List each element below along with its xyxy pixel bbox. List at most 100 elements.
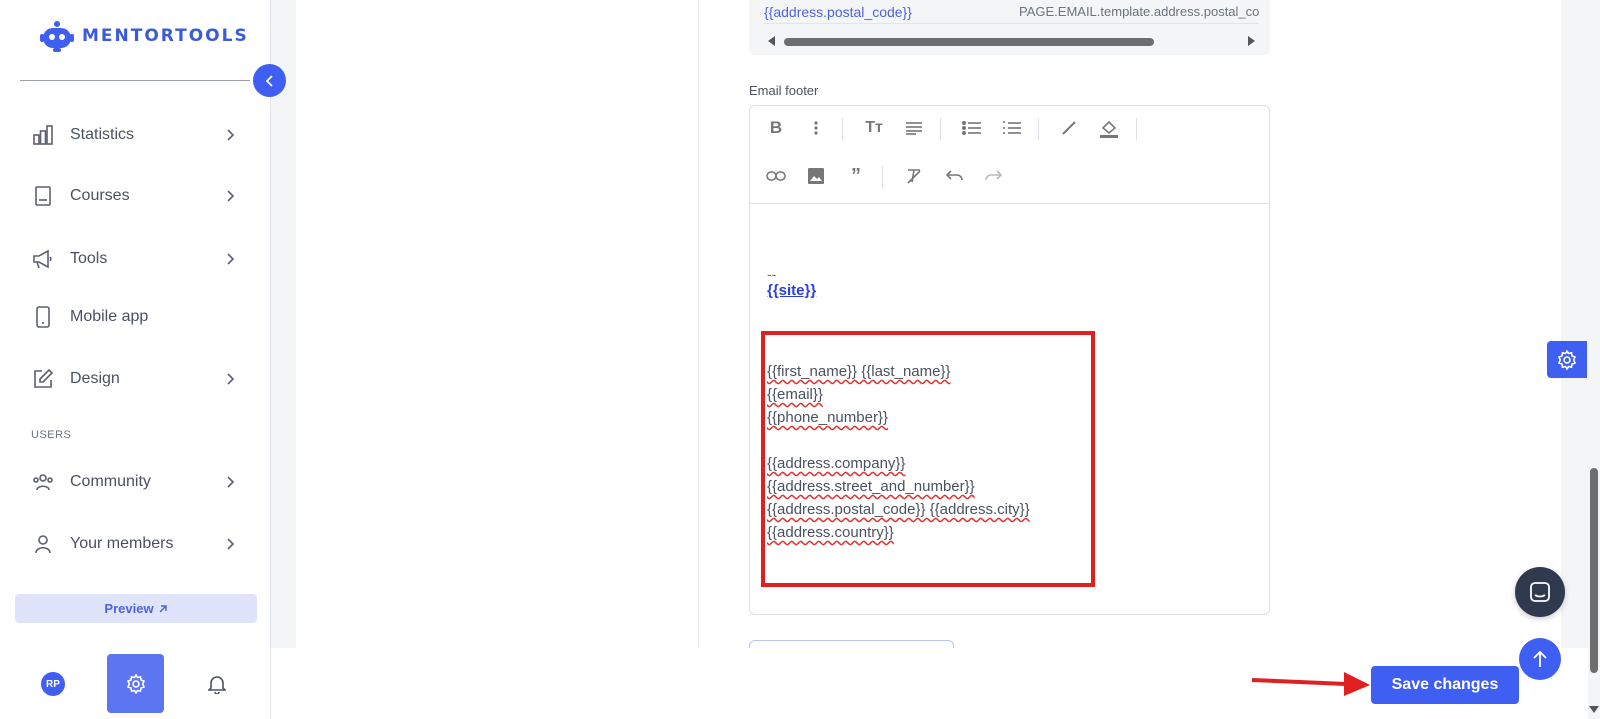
bold-button[interactable]: B — [762, 114, 790, 142]
sidebar-item-mobile-app[interactable]: Mobile app — [20, 297, 245, 337]
annotation-arrow-icon — [1251, 672, 1370, 696]
undo-icon — [945, 170, 963, 181]
footer-text-block[interactable]: {{first_name}} {{last_name}} {{email}} {… — [767, 360, 1030, 544]
footer-line-blank — [767, 429, 1030, 452]
sidebar-item-tools[interactable]: Tools — [20, 239, 245, 279]
align-button[interactable] — [900, 114, 928, 142]
edit-icon — [30, 366, 56, 392]
scroll-down-icon[interactable] — [1589, 706, 1599, 713]
settings-button[interactable] — [107, 654, 164, 713]
sidebar-item-label: Tools — [70, 250, 108, 267]
floating-settings-button[interactable] — [1547, 341, 1587, 378]
scroll-left-icon[interactable] — [768, 36, 775, 46]
variables-table: {{address.postal_code}} PAGE.EMAIL.templ… — [749, 0, 1270, 55]
link-button[interactable] — [762, 162, 790, 190]
chat-button[interactable] — [1515, 567, 1565, 617]
notifications-button[interactable] — [205, 672, 229, 696]
user-icon — [30, 531, 56, 557]
link-icon — [766, 171, 786, 181]
sidebar-item-courses[interactable]: Courses — [20, 176, 245, 216]
sidebar-item-label: Mobile app — [70, 308, 149, 325]
phone-icon — [30, 304, 56, 330]
toolbar-separator — [1136, 118, 1137, 140]
text-color-button[interactable] — [1055, 114, 1083, 142]
brush-icon — [1062, 121, 1076, 135]
quote-button[interactable]: ” — [842, 162, 870, 190]
numbered-list-button[interactable] — [998, 114, 1026, 142]
sidebar-item-label: Community — [70, 473, 151, 490]
chevron-right-icon — [227, 373, 235, 385]
image-button[interactable] — [802, 162, 830, 190]
chevron-right-icon — [227, 129, 235, 141]
people-icon — [30, 469, 56, 495]
sidebar-item-label: Design — [70, 370, 120, 387]
more-vertical-icon — [814, 121, 818, 135]
toolbar-separator — [882, 166, 883, 188]
chat-icon — [1530, 582, 1550, 602]
avatar[interactable]: RP — [41, 672, 65, 696]
editor-toolbar: B Tт ” — [750, 106, 1269, 204]
book-icon — [30, 183, 56, 209]
column-divider — [698, 0, 699, 648]
fill-icon — [1100, 120, 1118, 138]
table-row: {{address.postal_code}} PAGE.EMAIL.templ… — [764, 0, 1259, 24]
sidebar-item-community[interactable]: Community — [20, 462, 245, 502]
variable-key: {{address.postal_code}} — [764, 3, 912, 20]
brand-name: MENTORTOOLS — [82, 26, 249, 46]
font-size-button[interactable]: Tт — [860, 114, 888, 142]
sidebar-item-label: Courses — [70, 187, 130, 204]
bar-chart-icon — [30, 122, 56, 148]
toolbar-separator — [842, 118, 843, 140]
save-changes-button[interactable]: Save changes — [1371, 666, 1519, 704]
vertical-scrollbar[interactable] — [1588, 0, 1600, 719]
separator-text: -- — [767, 266, 777, 282]
footer-line: {{phone_number}} — [767, 409, 888, 426]
footer-line: {{address.postal_code}} {{address.city}} — [767, 501, 1030, 518]
toolbar-separator — [940, 118, 941, 140]
scroll-right-icon[interactable] — [1248, 36, 1255, 46]
chevron-right-icon — [227, 253, 235, 265]
bullet-list-button[interactable] — [958, 114, 986, 142]
logo[interactable]: MENTORTOOLS — [40, 20, 249, 52]
footer-line: {{email}} — [767, 386, 823, 403]
sidebar-item-your-members[interactable]: Your members — [20, 524, 245, 564]
undo-button[interactable] — [940, 162, 968, 190]
external-link-icon — [159, 604, 167, 612]
clear-format-icon — [907, 169, 921, 184]
scroll-to-top-button[interactable] — [1519, 638, 1561, 680]
redo-icon — [985, 170, 1003, 181]
toolbar-separator — [1038, 118, 1039, 140]
quote-icon: ” — [851, 165, 861, 187]
sidebar-item-statistics[interactable]: Statistics — [20, 115, 245, 155]
megaphone-icon — [30, 246, 56, 272]
gear-icon — [1557, 349, 1577, 370]
sidebar-item-design[interactable]: Design — [20, 359, 245, 399]
logo-divider — [20, 80, 250, 81]
sidebar: MENTORTOOLS Statistics Courses Tools Mob… — [0, 0, 271, 719]
bell-icon — [208, 676, 226, 694]
gear-icon — [126, 673, 145, 694]
preview-label: Preview — [104, 601, 154, 616]
clear-format-button[interactable] — [900, 162, 928, 190]
preview-button[interactable]: Preview — [15, 594, 257, 623]
highlight-button[interactable] — [1095, 114, 1123, 142]
section-label-users: USERS — [31, 429, 72, 441]
horizontal-scrollbar[interactable] — [764, 34, 1259, 48]
site-link[interactable]: {{site}} — [767, 282, 816, 299]
scrollbar-thumb[interactable] — [784, 38, 1154, 46]
robot-logo-icon — [40, 21, 74, 52]
footer-line: {{address.country}} — [767, 524, 894, 541]
bullet-list-icon — [962, 121, 981, 135]
chevron-right-icon — [227, 538, 235, 550]
collapse-sidebar-button[interactable] — [253, 64, 286, 97]
variable-value: PAGE.EMAIL.template.address.postal_code — [1019, 4, 1259, 19]
chevron-left-icon — [265, 74, 273, 87]
email-footer-label: Email footer — [749, 83, 819, 98]
numbered-list-icon — [1003, 121, 1021, 134]
text-size-icon: Tт — [865, 119, 883, 136]
sidebar-item-label: Statistics — [70, 126, 135, 143]
redo-button[interactable] — [980, 162, 1008, 190]
chevron-right-icon — [227, 190, 235, 202]
more-button[interactable] — [802, 114, 830, 142]
scrollbar-thumb[interactable] — [1590, 468, 1598, 673]
